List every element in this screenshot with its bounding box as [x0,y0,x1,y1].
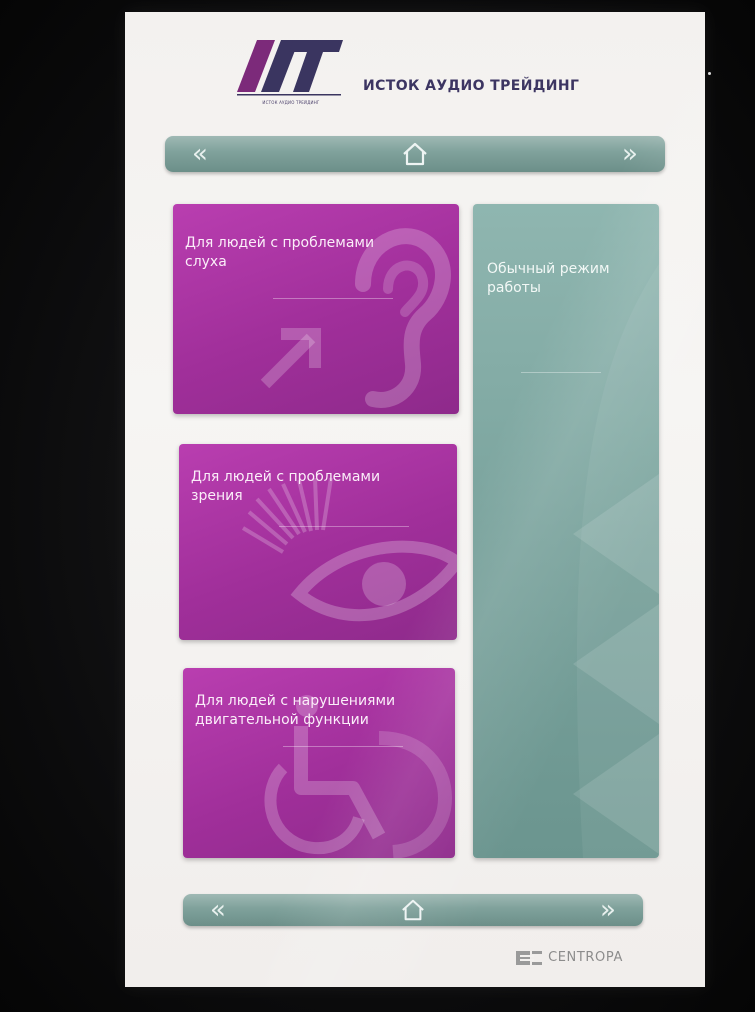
tile-divider [283,746,403,747]
prev-button[interactable]: « [175,136,225,172]
home-icon [403,142,427,166]
tile-divider [521,372,601,373]
bezel-indicator-light [708,72,711,75]
prev-button[interactable]: « [193,894,243,926]
tile-mobility-impaired[interactable]: Для людей с нарушениями двигательной фун… [183,668,455,858]
brand-title: ИСТОК АУДИО ТРЕЙДИНГ [363,78,580,94]
footer-brand-label: CENTROPA [548,950,623,965]
next-button[interactable]: » [583,894,633,926]
kiosk-screen: ИСТОК АУДИО ТРЕЙДИНГ ИСТОК АУДИО ТРЕЙДИН… [125,12,705,987]
tile-divider [273,298,393,299]
tile-normal-mode[interactable]: Обычный режим работы [473,204,659,858]
brand-logo: ИСТОК АУДИО ТРЕЙДИНГ [235,38,345,110]
bottom-navigation-bar: « » [183,894,643,926]
top-navigation-bar: « » [165,136,665,172]
tile-vision-impaired[interactable]: Для людей с проблемами зрения [179,444,457,640]
tile-normal-label: Обычный режим работы [487,261,610,296]
next-button[interactable]: » [605,136,655,172]
tile-divider [279,526,409,527]
centropa-logo-icon [516,950,543,965]
home-icon [402,899,424,921]
decorative-pattern [573,264,659,858]
tile-hearing-label: Для людей с проблемами слуха [185,235,375,270]
home-button[interactable] [385,136,445,172]
home-button[interactable] [383,894,443,926]
tile-hearing-impaired[interactable]: Для людей с проблемами слуха [173,204,459,414]
tile-vision-label: Для людей с проблемами зрения [191,469,381,504]
header: ИСТОК АУДИО ТРЕЙДИНГ ИСТОК АУДИО ТРЕЙДИН… [235,38,615,118]
tile-mobility-label: Для людей с нарушениями двигательной фун… [195,693,396,728]
logo-subtitle: ИСТОК АУДИО ТРЕЙДИНГ [262,100,320,105]
footer-brand: CENTROPA [516,950,623,965]
